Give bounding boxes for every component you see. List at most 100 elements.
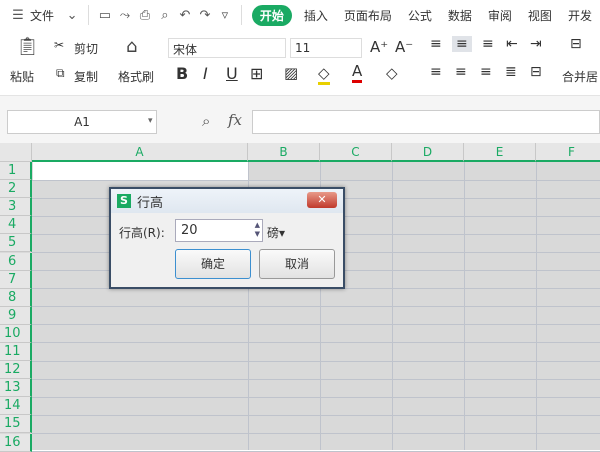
print-icon[interactable]: ⎙: [135, 8, 155, 23]
increase-font-icon[interactable]: A⁺: [370, 38, 388, 56]
decrease-indent-icon[interactable]: ⇤: [506, 36, 518, 52]
column-header-A[interactable]: A: [32, 143, 248, 162]
row-header-10[interactable]: 10: [0, 324, 32, 343]
tab-data[interactable]: 数据: [440, 7, 480, 24]
increase-indent-icon[interactable]: ⇥: [530, 36, 542, 52]
row-height-input[interactable]: 20 ▲ ▼: [175, 219, 263, 242]
more-icon[interactable]: ▿: [215, 8, 235, 23]
column-header-F[interactable]: F: [536, 143, 600, 162]
align-top-icon[interactable]: ≡: [430, 36, 442, 52]
ok-button[interactable]: 确定: [175, 249, 251, 279]
select-all[interactable]: [0, 143, 32, 162]
gridline: [32, 360, 600, 362]
row-header-2[interactable]: 2: [0, 180, 32, 199]
gridline: [32, 432, 600, 434]
merge-icon[interactable]: ⊟: [570, 36, 582, 52]
copy-button[interactable]: 复制: [74, 68, 98, 85]
row-height-dialog: S 行高 ✕ 行高(R): 20 ▲ ▼ 磅▾ 确定 取消: [109, 187, 345, 289]
paste-button[interactable]: 粘贴: [10, 68, 34, 85]
copy-icon[interactable]: ⧉: [56, 66, 65, 81]
row-header-11[interactable]: 11: [0, 343, 32, 361]
borders-icon[interactable]: ⊞: [250, 64, 263, 83]
row-header-8[interactable]: 8: [0, 288, 32, 307]
row-header-4[interactable]: 4: [0, 216, 32, 235]
row-header-15[interactable]: 15: [0, 415, 32, 434]
paste-icon[interactable]: 📋︎: [16, 36, 39, 57]
row-header-7[interactable]: 7: [0, 270, 32, 289]
gridline: [32, 378, 600, 380]
row-height-value: 20: [181, 223, 198, 238]
font-size-select[interactable]: 11: [290, 38, 362, 58]
row-height-label: 行高(R):: [119, 226, 165, 240]
menu-icon[interactable]: ☰: [8, 8, 28, 23]
row-header-12[interactable]: 12: [0, 361, 32, 380]
cancel-button[interactable]: 取消: [259, 249, 335, 279]
row-header-5[interactable]: 5: [0, 234, 32, 253]
distribute-icon[interactable]: ⊟: [530, 64, 542, 80]
tab-developer[interactable]: 开发: [560, 7, 600, 24]
gridline: [32, 414, 600, 416]
italic-icon[interactable]: I: [203, 64, 208, 83]
tab-insert[interactable]: 插入: [296, 7, 336, 24]
align-left-icon[interactable]: ≡: [430, 64, 442, 80]
tab-page-layout[interactable]: 页面布局: [336, 7, 400, 24]
chevron-down-icon[interactable]: ▾: [148, 116, 153, 126]
row-header-14[interactable]: 14: [0, 397, 32, 416]
align-right-icon[interactable]: ≡: [480, 64, 492, 80]
row-header-1[interactable]: 1: [0, 162, 32, 180]
clear-icon[interactable]: ◇: [386, 64, 398, 82]
fill-color-icon[interactable]: ◇: [318, 64, 330, 85]
row-header-9[interactable]: 9: [0, 306, 32, 325]
row-header-6[interactable]: 6: [0, 252, 32, 271]
divider: [88, 5, 89, 25]
gridline: [32, 396, 600, 398]
align-middle-icon[interactable]: ≡: [452, 36, 472, 52]
cut-icon[interactable]: ✂: [54, 38, 64, 52]
undo-icon[interactable]: ↶: [175, 8, 195, 23]
justify-icon[interactable]: ≣: [505, 64, 517, 80]
row-header-13[interactable]: 13: [0, 379, 32, 398]
fx-icon[interactable]: fx: [228, 111, 242, 129]
file-menu[interactable]: 文件: [28, 7, 62, 24]
row-header-3[interactable]: 3: [0, 198, 32, 217]
underline-icon[interactable]: U: [226, 64, 238, 83]
chevron-down-icon[interactable]: ⌄: [62, 8, 82, 23]
format-painter-button[interactable]: 格式刷: [118, 68, 154, 85]
name-box[interactable]: A1: [7, 110, 157, 134]
redo-icon[interactable]: ↷: [195, 8, 215, 23]
align-center-icon[interactable]: ≡: [455, 64, 467, 80]
save-icon[interactable]: ▭: [95, 8, 115, 23]
print-preview-icon[interactable]: ⌕: [155, 8, 175, 23]
close-button[interactable]: ✕: [307, 192, 337, 208]
export-icon[interactable]: ⤳: [115, 8, 135, 23]
zoom-icon[interactable]: ⌕: [202, 112, 210, 130]
cut-button[interactable]: 剪切: [74, 40, 98, 57]
column-header-B[interactable]: B: [248, 143, 320, 162]
menubar: ☰ 文件 ⌄ ▭ ⤳ ⎙ ⌕ ↶ ↷ ▿ 开始 插入 页面布局 公式 数据 审阅…: [0, 0, 600, 30]
formula-input[interactable]: [252, 110, 600, 134]
column-header-E[interactable]: E: [464, 143, 536, 162]
unit-select[interactable]: 磅▾: [267, 224, 285, 241]
gridline: [32, 342, 600, 344]
row-header-16[interactable]: 16: [0, 433, 32, 452]
tab-review[interactable]: 审阅: [480, 7, 520, 24]
column-header-C[interactable]: C: [320, 143, 392, 162]
format-painter-icon[interactable]: ⌂: [126, 36, 137, 57]
tab-formulas[interactable]: 公式: [400, 7, 440, 24]
align-bottom-icon[interactable]: ≡: [482, 36, 494, 52]
cell-a1[interactable]: [33, 162, 248, 180]
spinner-icon[interactable]: ▲ ▼: [255, 221, 260, 239]
gridline: [32, 306, 600, 308]
tab-view[interactable]: 视图: [520, 7, 560, 24]
dialog-title: 行高: [137, 195, 164, 211]
decrease-font-icon[interactable]: A⁻: [395, 38, 413, 56]
tab-home[interactable]: 开始: [251, 4, 292, 26]
column-header-D[interactable]: D: [392, 143, 464, 162]
bold-icon[interactable]: B: [176, 64, 188, 83]
font-color-icon[interactable]: A: [352, 62, 363, 83]
font-name-select[interactable]: 宋体: [168, 38, 286, 58]
divider: [240, 5, 242, 25]
fill-pattern-icon[interactable]: ▨: [284, 64, 298, 82]
merge-button[interactable]: 合并居: [562, 68, 598, 85]
app-logo: S: [117, 194, 131, 208]
